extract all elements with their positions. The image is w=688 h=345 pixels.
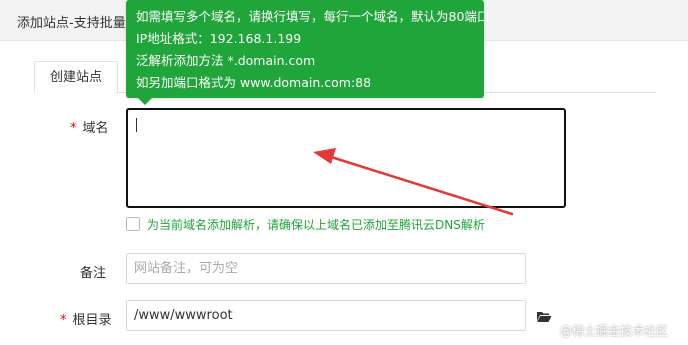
root-dir-label: 根目录 — [72, 313, 112, 328]
tooltip-line: 泛解析添加方法 *.domain.com — [136, 53, 316, 68]
tab-create-site[interactable]: 创建站点 — [34, 61, 119, 94]
tooltip-line: 如需填写多个域名，请换行填写，每行一个域名，默认为80端口 — [136, 9, 490, 24]
dns-checkbox[interactable] — [126, 217, 140, 231]
tooltip-line: 如另加端口格式为 www.domain.com:88 — [136, 75, 372, 90]
root-dir-input[interactable] — [126, 300, 526, 331]
tooltip-pointer — [138, 98, 152, 105]
watermark: @稀土掘金技术社区 — [560, 324, 669, 338]
root-dir-label-row: * 根目录 — [60, 309, 112, 328]
folder-open-icon[interactable] — [536, 310, 552, 323]
domain-textarea[interactable] — [128, 110, 564, 206]
domain-label-row: * 域名 — [70, 117, 109, 136]
note-input[interactable] — [126, 253, 526, 284]
required-marker: * — [70, 121, 77, 136]
text-cursor — [136, 118, 137, 132]
domain-textarea-wrapper — [126, 108, 566, 208]
tooltip-line: IP地址格式：192.168.1.199 — [136, 31, 302, 46]
dns-checkbox-label[interactable]: 为当前域名添加解析，请确保以上域名已添加至腾讯云DNS解析 — [147, 216, 485, 233]
note-label: 备注 — [80, 266, 107, 281]
domain-label: 域名 — [82, 121, 109, 136]
required-marker: * — [60, 313, 67, 328]
domain-help-tooltip: 如需填写多个域名，请换行填写，每行一个域名，默认为80端口 IP地址格式：192… — [126, 0, 490, 105]
